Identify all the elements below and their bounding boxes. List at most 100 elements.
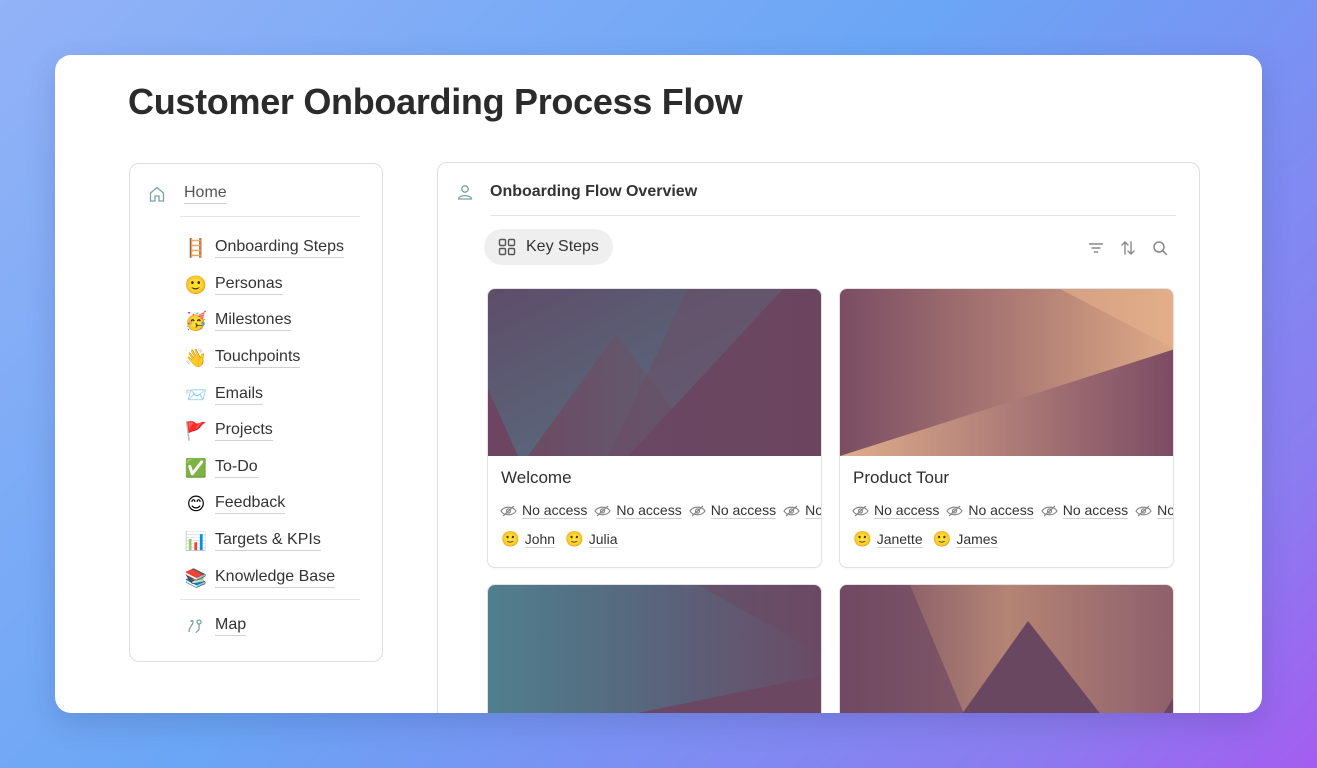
- sidebar-item-home[interactable]: Home: [148, 184, 227, 204]
- person-name: John: [524, 531, 556, 548]
- sidebar-item-label: Knowledge Base: [215, 568, 336, 588]
- card-cover-image: [840, 585, 1173, 713]
- home-icon: [148, 185, 166, 203]
- sidebar-item-onboarding-steps[interactable]: 🪜 Onboarding Steps: [184, 230, 344, 267]
- main-panel: Onboarding Flow Overview Key Steps Welco…: [437, 162, 1200, 713]
- eye-off-icon: [783, 505, 800, 517]
- access-chip: No access: [500, 502, 588, 519]
- sidebar-item-map[interactable]: Map: [186, 616, 247, 636]
- sidebar-item-projects[interactable]: 🚩 Projects: [184, 413, 344, 450]
- sidebar-divider-bottom: [180, 599, 360, 600]
- sidebar-divider-top: [180, 216, 360, 217]
- access-chip: No access: [946, 502, 1034, 519]
- person-chip[interactable]: 🙂 Julia: [565, 531, 618, 548]
- check-mark-icon: ✅: [184, 457, 208, 478]
- access-label: No access: [1062, 502, 1129, 519]
- sidebar: Home 🪜 Onboarding Steps 🙂 Personas 🥳 Mil…: [129, 163, 383, 662]
- tab-key-steps[interactable]: Key Steps: [484, 229, 613, 265]
- access-row: No access No access No access No: [852, 502, 1173, 519]
- app-window: Customer Onboarding Process Flow Home 🪜 …: [55, 55, 1262, 713]
- access-chip: No access: [594, 502, 682, 519]
- books-icon: 📚: [184, 567, 208, 588]
- person-chip[interactable]: 🙂 John: [501, 531, 556, 548]
- sort-icon[interactable]: [1119, 239, 1137, 257]
- sidebar-item-label: Emails: [215, 385, 264, 405]
- sidebar-nav-list: 🪜 Onboarding Steps 🙂 Personas 🥳 Mileston…: [184, 230, 344, 596]
- waving-hand-icon: 👋: [184, 348, 208, 369]
- smile-face-icon: 🙂: [932, 531, 952, 548]
- sidebar-item-label: Onboarding Steps: [215, 238, 344, 259]
- view-toolbar: [1087, 239, 1169, 257]
- access-label: No access: [522, 502, 588, 519]
- grid-icon: [498, 238, 516, 256]
- access-label: No access: [710, 502, 777, 519]
- card-step-4[interactable]: [839, 584, 1174, 713]
- sidebar-item-label: Touchpoints: [215, 348, 301, 369]
- sidebar-item-knowledge-base[interactable]: 📚 Knowledge Base: [184, 559, 344, 596]
- access-label: No access: [968, 502, 1034, 519]
- person-name: James: [956, 531, 998, 548]
- access-row: No access No access No access No: [500, 502, 821, 519]
- access-label: No access: [616, 502, 682, 519]
- bar-chart-icon: 📊: [184, 531, 208, 552]
- card-product-tour[interactable]: Product Tour No access No access No acce…: [839, 288, 1174, 568]
- eye-off-icon: [852, 505, 869, 517]
- main-title: Onboarding Flow Overview: [490, 183, 698, 200]
- sidebar-item-emails[interactable]: 📨 Emails: [184, 376, 344, 413]
- tab-label: Key Steps: [526, 238, 599, 255]
- ladder-icon: 🪜: [184, 238, 208, 259]
- access-chip: No access: [1041, 502, 1129, 519]
- sidebar-item-label: To-Do: [215, 458, 258, 478]
- smile-face-icon: 🙂: [184, 274, 208, 295]
- eye-off-icon: [594, 505, 612, 517]
- eye-off-icon: [1041, 505, 1058, 517]
- search-icon[interactable]: [1151, 239, 1169, 257]
- person-chip[interactable]: 🙂 James: [933, 531, 998, 548]
- people-row: 🙂 John 🙂 Julia: [501, 531, 821, 548]
- sidebar-item-to-do[interactable]: ✅ To-Do: [184, 450, 344, 487]
- person-icon: [456, 183, 474, 201]
- eye-off-icon: [689, 505, 706, 517]
- sidebar-item-feedback[interactable]: 😊 Feedback: [184, 486, 344, 523]
- sidebar-home-label: Home: [184, 184, 227, 204]
- filter-icon[interactable]: [1087, 239, 1105, 257]
- card-cover-image: [488, 585, 821, 713]
- access-label: No access: [874, 502, 940, 519]
- smile-face-icon: 🙂: [565, 531, 584, 548]
- map-icon: [186, 617, 204, 635]
- sidebar-item-milestones[interactable]: 🥳 Milestones: [184, 303, 344, 340]
- page-title: Customer Onboarding Process Flow: [128, 81, 743, 122]
- card-cover-image: [840, 289, 1173, 456]
- eye-off-icon: [500, 505, 517, 517]
- sidebar-item-label: Feedback: [215, 494, 286, 515]
- person-name: Janette: [876, 531, 923, 548]
- card-title: Welcome: [501, 468, 572, 487]
- party-face-icon: 🥳: [184, 311, 208, 332]
- eye-off-icon: [946, 505, 964, 517]
- sidebar-item-label: Targets & KPIs: [215, 531, 321, 552]
- card-cover-image: [488, 289, 821, 456]
- sidebar-item-label: Projects: [215, 421, 273, 442]
- card-title: Product Tour: [853, 468, 950, 487]
- main-header: Onboarding Flow Overview: [456, 183, 697, 201]
- red-flag-icon: 🚩: [184, 421, 208, 442]
- access-chip: No access: [1135, 502, 1173, 519]
- card-welcome[interactable]: Welcome No access No access No access No…: [487, 288, 822, 568]
- sidebar-map-label: Map: [215, 616, 247, 636]
- sidebar-item-personas[interactable]: 🙂 Personas: [184, 267, 344, 304]
- sidebar-item-label: Personas: [215, 275, 283, 295]
- person-name: Julia: [588, 531, 618, 548]
- sidebar-item-targets-kpis[interactable]: 📊 Targets & KPIs: [184, 523, 344, 560]
- access-label: No access: [1157, 502, 1173, 519]
- smile-face-icon: 🙂: [501, 531, 520, 548]
- smile-face-icon: 🙂: [853, 531, 872, 548]
- card-step-3[interactable]: [487, 584, 822, 713]
- main-divider: [490, 215, 1176, 216]
- access-chip: No access: [783, 502, 821, 519]
- access-chip: No access: [689, 502, 777, 519]
- access-chip: No access: [852, 502, 940, 519]
- eye-off-icon: [1135, 505, 1152, 517]
- person-chip[interactable]: 🙂 Janette: [853, 531, 923, 548]
- sidebar-item-touchpoints[interactable]: 👋 Touchpoints: [184, 340, 344, 377]
- sidebar-item-label: Milestones: [215, 311, 292, 332]
